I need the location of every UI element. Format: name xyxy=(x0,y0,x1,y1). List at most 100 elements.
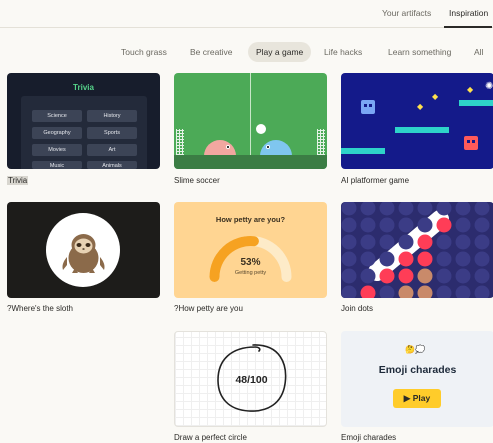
dot xyxy=(436,285,452,298)
dot xyxy=(341,268,357,284)
dot xyxy=(474,268,490,284)
star-collectible: ◆ xyxy=(467,85,474,94)
trivia-category-button: Sports xyxy=(87,127,137,139)
enemy-robot xyxy=(464,136,478,150)
active-tab-indicator xyxy=(444,26,492,28)
play-icon: ▶ xyxy=(403,393,411,403)
charades-title: Emoji charades xyxy=(378,364,457,376)
right-goal-net xyxy=(317,129,325,155)
platform xyxy=(395,127,449,133)
petty-status: Getting petty xyxy=(234,270,267,276)
star-collectible: ◆ xyxy=(432,92,439,101)
dot xyxy=(436,251,452,267)
dot xyxy=(436,234,452,250)
dot xyxy=(379,202,395,216)
dot xyxy=(379,268,395,284)
petty-gauge xyxy=(209,236,292,282)
card-label-ai-platformer[interactable]: AI platformer game xyxy=(341,176,409,185)
dot xyxy=(474,285,490,298)
field-midline xyxy=(250,73,251,155)
dot xyxy=(436,268,452,284)
dot xyxy=(341,217,357,233)
play-button-label: Play xyxy=(412,393,431,403)
trivia-category-button: Science xyxy=(32,110,82,122)
dot xyxy=(417,268,433,284)
soccer-ball xyxy=(256,124,266,134)
card-label-join-dots[interactable]: Join dots xyxy=(341,304,373,313)
card-slime-soccer[interactable] xyxy=(174,73,327,169)
card-trivia[interactable]: Trivia Science History Geography Sports … xyxy=(7,73,160,169)
dot xyxy=(417,217,433,233)
sparkle-icon: ✺ xyxy=(485,81,493,92)
dot xyxy=(417,202,433,216)
pink-slime xyxy=(204,140,236,156)
trivia-category-button: Movies xyxy=(32,144,82,156)
dot xyxy=(360,234,376,250)
dot xyxy=(455,202,471,216)
petty-percent: 53% xyxy=(240,257,261,268)
tab-your-artifacts[interactable]: Your artifacts xyxy=(382,8,431,18)
play-button[interactable]: ▶ Play xyxy=(393,389,441,408)
filter-be-creative[interactable]: Be creative xyxy=(182,42,241,62)
card-emoji-charades[interactable]: 🤔💭 Emoji charades ▶ Play xyxy=(341,331,493,427)
filter-play-a-game[interactable]: Play a game xyxy=(248,42,312,62)
dot xyxy=(398,251,414,267)
dot xyxy=(398,202,414,216)
dot xyxy=(379,217,395,233)
filter-all[interactable]: All xyxy=(466,42,491,62)
platform xyxy=(341,148,385,154)
trivia-category-button: History xyxy=(87,110,137,122)
dot xyxy=(341,285,357,298)
dot xyxy=(455,217,471,233)
dot xyxy=(360,202,376,216)
dot xyxy=(436,217,452,233)
platform xyxy=(459,100,493,106)
top-tab-bar: Your artifacts Inspiration xyxy=(0,0,493,28)
card-label-slime-soccer[interactable]: Slime soccer xyxy=(174,176,220,185)
card-label-trivia[interactable]: Trivia xyxy=(7,176,29,185)
dot xyxy=(455,234,471,250)
card-label-draw-a-perfect-circle[interactable]: Draw a perfect circle xyxy=(174,433,247,442)
card-label-how-petty-are-you[interactable]: ?How petty are you xyxy=(174,304,243,313)
dots-grid xyxy=(341,202,490,298)
blue-slime xyxy=(260,140,292,156)
dot xyxy=(474,234,490,250)
dot xyxy=(455,251,471,267)
dot xyxy=(398,234,414,250)
dot xyxy=(360,251,376,267)
dot xyxy=(379,285,395,298)
dot xyxy=(474,251,490,267)
trivia-category-button: Geography xyxy=(32,127,82,139)
card-label-emoji-charades[interactable]: Emoji charades xyxy=(341,433,396,442)
card-label-wheres-the-sloth[interactable]: ?Where's the sloth xyxy=(7,304,73,313)
tab-inspiration[interactable]: Inspiration xyxy=(449,8,488,18)
dot xyxy=(341,251,357,267)
dot xyxy=(360,217,376,233)
filter-life-hacks[interactable]: Life hacks xyxy=(316,42,370,62)
left-goal-net xyxy=(176,129,184,155)
card-join-dots[interactable] xyxy=(341,202,493,298)
dot xyxy=(341,234,357,250)
dot xyxy=(360,268,376,284)
card-how-petty-are-you[interactable]: How petty are you? 53% Getting petty xyxy=(174,202,327,298)
player-robot xyxy=(361,100,375,114)
circle-score: 48/100 xyxy=(235,374,268,386)
trivia-category-button: Music xyxy=(32,161,82,169)
trivia-category-button: Animals xyxy=(87,161,137,169)
dot xyxy=(417,251,433,267)
filter-touch-grass[interactable]: Touch grass xyxy=(113,42,175,62)
thinking-emoji-icon: 🤔💭 xyxy=(405,345,425,354)
dot xyxy=(455,268,471,284)
dot xyxy=(417,285,433,298)
dot xyxy=(398,285,414,298)
card-wheres-the-sloth[interactable] xyxy=(7,202,160,298)
dot xyxy=(474,217,490,233)
card-ai-platformer[interactable]: ◆ ◆ ◆ ✺ xyxy=(341,73,493,169)
dot xyxy=(341,202,357,216)
filter-learn-something[interactable]: Learn something xyxy=(380,42,459,62)
dot xyxy=(474,202,490,216)
card-draw-a-perfect-circle[interactable]: 48/100 xyxy=(174,331,327,427)
trivia-title: Trivia xyxy=(73,83,94,92)
star-collectible: ◆ xyxy=(417,102,424,111)
dot xyxy=(398,268,414,284)
